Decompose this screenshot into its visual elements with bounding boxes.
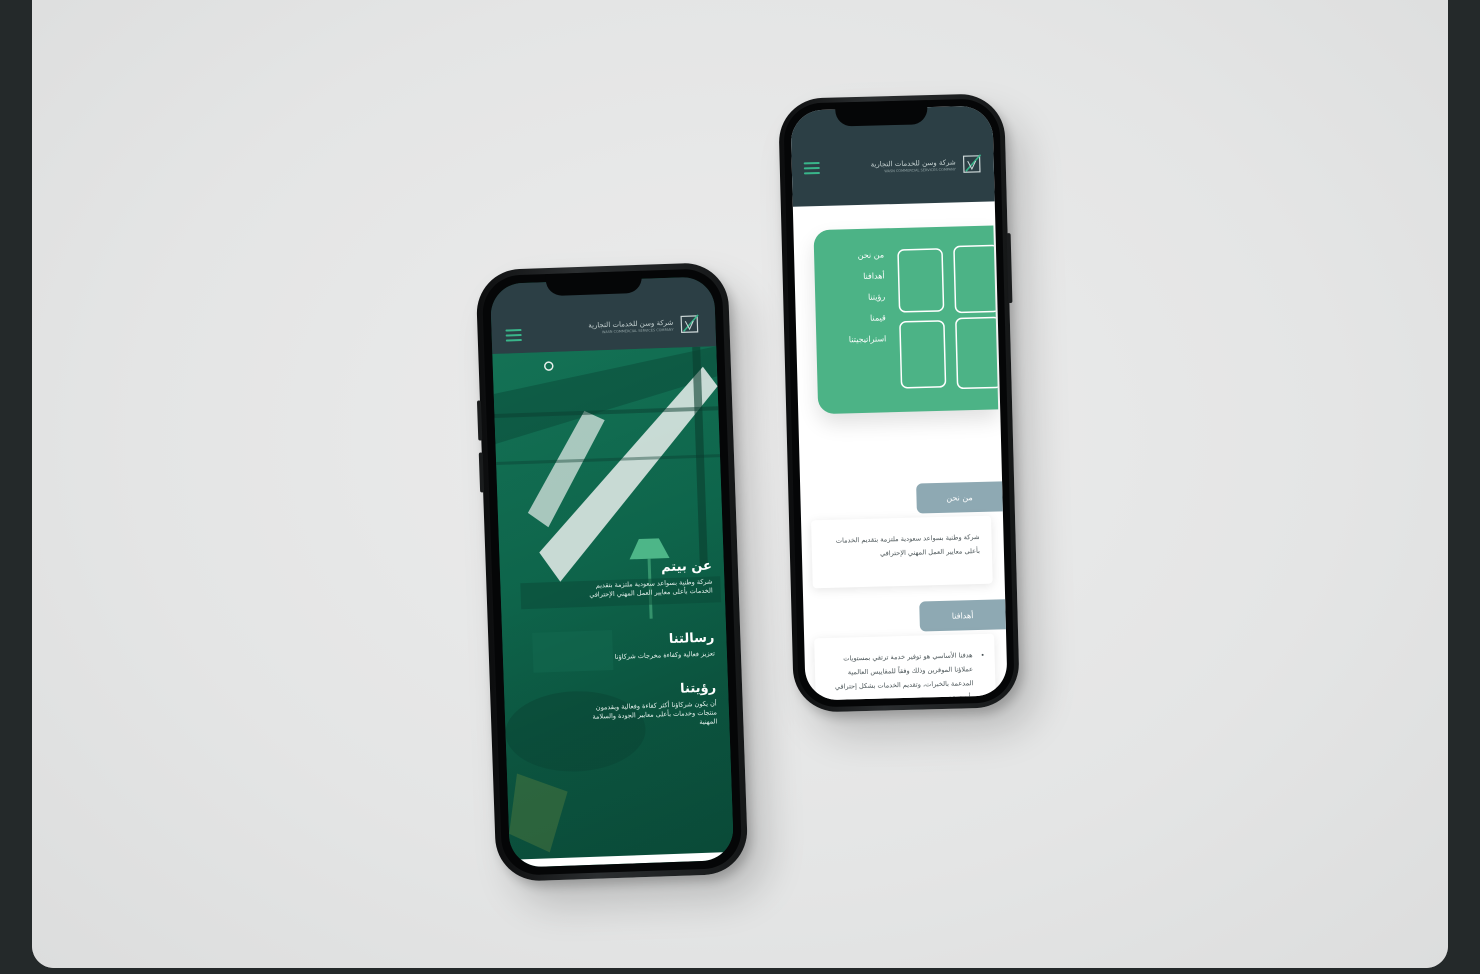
mockup-canvas: شركة وسن للخدمات التجارية WASN COMMERCIA… bbox=[32, 0, 1448, 968]
phone-notch bbox=[545, 270, 643, 297]
nav-item-values[interactable]: قيمنا bbox=[870, 313, 886, 322]
site-logo[interactable]: شركة وسن للخدمات التجارية WASN COMMERCIA… bbox=[870, 153, 984, 178]
nav-item-about[interactable]: من نحن bbox=[858, 250, 885, 260]
phone-notch bbox=[835, 100, 928, 127]
nav-menu-card: من نحن أهدافنا رؤيتنا قيمنا استراتيجيتنا bbox=[813, 225, 999, 415]
about-section: عن بيتم شركة وطنية بسواعد سعودية ملتزمة … bbox=[580, 559, 713, 601]
about-card: شركة وطنية بسواعد سعودية ملتزمة بتقديم ا… bbox=[811, 515, 993, 589]
about-tag[interactable]: من نحن bbox=[916, 481, 1003, 514]
nav-item-goals[interactable]: أهدافنا bbox=[863, 271, 885, 281]
phone-mockup-left: شركة وسن للخدمات التجارية WASN COMMERCIA… bbox=[475, 261, 749, 883]
logo-mark-icon bbox=[680, 314, 699, 334]
nav-menu-list: من نحن أهدافنا رؤيتنا قيمنا استراتيجيتنا bbox=[814, 250, 887, 345]
decorative-frames-icon bbox=[897, 244, 998, 390]
nav-item-vision[interactable]: رؤيتنا bbox=[868, 292, 885, 301]
power-button bbox=[1006, 233, 1013, 304]
goals-card: هدفنا الأساسي هو توفير خدمة ترتقي بمستوي… bbox=[814, 633, 997, 701]
logo-subtext: WASN COMMERCIAL SERVICES COMPANY bbox=[884, 166, 956, 173]
logo-mark-icon bbox=[962, 154, 982, 173]
about-heading: عن بيتم bbox=[660, 558, 713, 576]
vision-heading: رؤيتنا bbox=[679, 680, 717, 697]
site-logo[interactable]: شركة وسن للخدمات التجارية WASN COMMERCIA… bbox=[588, 313, 702, 339]
phone-mockup-right: شركة وسن للخدمات التجارية WASN COMMERCIA… bbox=[778, 93, 1020, 713]
goals-list: هدفنا الأساسي هو توفير خدمة ترتقي بمستوي… bbox=[826, 648, 983, 700]
phone-bezel: شركة وسن للخدمات التجارية WASN COMMERCIA… bbox=[481, 267, 743, 877]
hamburger-icon[interactable] bbox=[803, 161, 820, 175]
phone-bezel: شركة وسن للخدمات التجارية WASN COMMERCIA… bbox=[783, 98, 1015, 708]
phone-screen-left: شركة وسن للخدمات التجارية WASN COMMERCIA… bbox=[489, 276, 735, 868]
goals-list-item: هدفنا الأساسي هو توفير خدمة ترتقي بمستوي… bbox=[826, 648, 974, 700]
phone-screen-right: شركة وسن للخدمات التجارية WASN COMMERCIA… bbox=[790, 105, 1008, 701]
volume-up-button bbox=[476, 400, 483, 441]
hero-decor bbox=[493, 346, 722, 853]
nav-item-strategy[interactable]: استراتيجيتنا bbox=[849, 334, 887, 344]
vision-section: رؤيتنا أن يكون شركاؤنا أكثر كفاءة وفعالي… bbox=[584, 680, 718, 731]
hamburger-icon[interactable] bbox=[505, 329, 522, 342]
about-card-text: شركة وطنية بسواعد سعودية ملتزمة بتقديم ا… bbox=[835, 532, 981, 558]
hero-section: عن بيتم شركة وطنية بسواعد سعودية ملتزمة … bbox=[492, 346, 735, 868]
volume-down-button bbox=[478, 452, 485, 493]
vision-body: أن يكون شركاؤنا أكثر كفاءة وفعالية ويقدم… bbox=[592, 699, 718, 727]
goals-tag[interactable]: أهدافنا bbox=[919, 599, 1006, 632]
mission-heading: رسالتنا bbox=[668, 630, 715, 648]
mission-section: رسالتنا تعزيز فعالية وكفاءة مخرجات شركاؤ… bbox=[582, 630, 715, 663]
